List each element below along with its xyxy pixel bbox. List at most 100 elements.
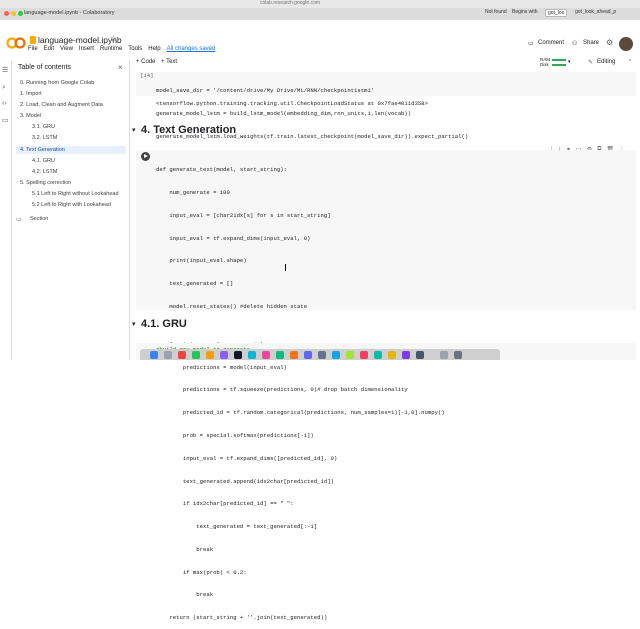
code-line: predictions = tf.squeeze(predictions, 0)… [156, 386, 408, 394]
app-icon[interactable] [374, 351, 382, 359]
app-icon[interactable] [304, 351, 312, 359]
code-line: input_eval = tf.expand_dims([predicted_i… [156, 454, 338, 462]
find-mode-select[interactable]: Begins with [512, 9, 538, 15]
comment-icon[interactable]: ▭ [528, 40, 534, 47]
launchpad-icon[interactable] [164, 351, 172, 359]
toc-item[interactable]: 5.2 Left to Right with Lookahead [32, 202, 111, 208]
collapse-header-icon[interactable]: ⌃ [628, 59, 632, 65]
code-snippets-icon[interactable]: ‹› [2, 100, 7, 107]
trash-icon[interactable] [454, 351, 462, 359]
files-icon[interactable]: ▭ [2, 116, 9, 124]
run-cell-button[interactable] [141, 152, 150, 161]
menu-insert[interactable]: Insert [79, 46, 94, 52]
section-heading: 4. Text Generation [141, 124, 237, 136]
code-line: print(input_eval.shape) [156, 257, 247, 265]
code-line: input_eval = tf.expand_dims(input_eval, … [156, 234, 311, 242]
menu-runtime[interactable]: Runtime [100, 46, 122, 52]
cell-output: <tensorflow.python.training.tracking.uti… [156, 100, 428, 107]
menu-edit[interactable]: Edit [44, 46, 54, 52]
code-line: break [156, 591, 214, 599]
table-of-contents: Table of contents × 0. Running from Goog… [12, 60, 130, 360]
toc-item[interactable]: 5. Spelling correction [20, 180, 71, 186]
toc-item[interactable]: 5.1 Left to Right without Lookahead [32, 191, 119, 197]
toc-item[interactable]: 4.2. LSTM [32, 169, 57, 175]
app-icon[interactable] [346, 351, 354, 359]
save-status-link[interactable]: All changes saved [167, 46, 216, 52]
app-icon[interactable] [402, 351, 410, 359]
add-text-button[interactable]: + Text [161, 59, 177, 65]
comment-button[interactable]: Comment [538, 40, 564, 46]
app-icon[interactable] [276, 351, 284, 359]
runtime-dropdown-icon[interactable]: ▾ [568, 59, 571, 65]
toc-item[interactable]: 3.1. GRU [32, 124, 55, 130]
colab-logo-icon[interactable] [6, 37, 26, 49]
code-line: def generate_text(model, start_string): [156, 166, 287, 174]
settings-icon[interactable]: ⚙ [606, 38, 613, 47]
code-line: num_generate = 100 [156, 188, 230, 196]
close-icon[interactable]: × [118, 63, 123, 72]
app-icon[interactable] [248, 351, 256, 359]
toc-item-active[interactable]: 4. Text Generation [16, 146, 126, 154]
toc-item[interactable]: 1. Import [20, 91, 42, 97]
ram-usage-bar [552, 59, 566, 61]
toc-item[interactable]: 4.1. GRU [32, 158, 55, 164]
disk-label: Disk [540, 62, 549, 67]
menu-view[interactable]: View [60, 46, 73, 52]
app-icon[interactable] [220, 351, 228, 359]
cell-code[interactable]: model_save_dir = '/content/drive/My Driv… [156, 72, 468, 148]
menu-tools[interactable]: Tools [128, 46, 142, 52]
terminal-icon[interactable] [234, 351, 242, 359]
code-line: predicted_id = tf.random.categorical(pre… [156, 409, 445, 417]
toc-title: Table of contents [18, 64, 71, 71]
app-icon[interactable] [388, 351, 396, 359]
app-icon[interactable] [290, 351, 298, 359]
collapse-section-icon[interactable]: ▾ [132, 126, 136, 134]
cell-execution-count: [14] [140, 72, 154, 79]
toc-item[interactable]: 0. Running from Google Colab [20, 80, 94, 86]
text-cursor [285, 264, 286, 271]
toc-item[interactable]: 2. Load, Clean and Augment Data [20, 102, 103, 108]
toc-item[interactable]: 3. Model [20, 113, 41, 119]
finder-icon[interactable] [150, 351, 158, 359]
menu-bar: File Edit View Insert Runtime Tools Help… [28, 46, 215, 52]
share-icon[interactable]: ⚇ [572, 40, 577, 47]
code-line: predictions = model(input_eval) [156, 363, 287, 371]
find-status: Not found [485, 9, 507, 15]
collapse-section-icon[interactable]: ▾ [132, 320, 136, 328]
editing-mode-button[interactable]: Editing [597, 59, 615, 65]
app-icon[interactable] [360, 351, 368, 359]
app-icon[interactable] [416, 351, 424, 359]
search-icon[interactable]: ⌕ [2, 84, 6, 92]
code-line: generate_model_lstm = build_lstm_model(e… [156, 109, 412, 117]
find-input[interactable]: got_loo [545, 9, 568, 17]
code-line: text_generated.append(idx2char[predicted… [156, 477, 334, 485]
toc-icon[interactable]: ☰ [2, 66, 8, 74]
close-window-icon[interactable] [4, 11, 9, 16]
app-icon[interactable] [332, 351, 340, 359]
star-icon[interactable]: ☆ [110, 34, 117, 43]
address-url[interactable]: colab.research.google.com [260, 0, 320, 6]
avatar[interactable] [619, 37, 633, 51]
zoom-window-icon[interactable] [18, 11, 23, 16]
code-line: input_eval = [char2idx[s] for s in start… [156, 211, 331, 219]
add-section-icon[interactable]: ▭ [16, 216, 22, 223]
app-icon[interactable] [318, 351, 326, 359]
toc-item[interactable]: 3.2. LSTM [32, 135, 57, 141]
messages-icon[interactable] [192, 351, 200, 359]
add-code-button[interactable]: + Code [136, 59, 156, 65]
notes-icon[interactable] [206, 351, 214, 359]
code-line: prob = special.softmax(predictions[-1]) [156, 431, 314, 439]
app-icon[interactable] [262, 351, 270, 359]
code-line: text_generated = [] [156, 280, 234, 288]
toc-item[interactable]: Section [30, 216, 48, 222]
minimize-window-icon[interactable] [11, 11, 16, 16]
menu-file[interactable]: File [28, 46, 38, 52]
bookmark-link[interactable]: got_look_ahead_p [575, 9, 616, 15]
downloads-icon[interactable] [440, 351, 448, 359]
share-button[interactable]: Share [583, 40, 599, 46]
code-line: model.reset_states() #delete hidden stat… [156, 302, 308, 310]
menu-help[interactable]: Help [148, 46, 160, 52]
browser-tab-title[interactable]: language-model.ipynb - Colaboratory [24, 10, 115, 16]
cell-code[interactable]: def generate_text(model, start_string): … [156, 151, 445, 629]
chrome-icon[interactable] [178, 351, 186, 359]
